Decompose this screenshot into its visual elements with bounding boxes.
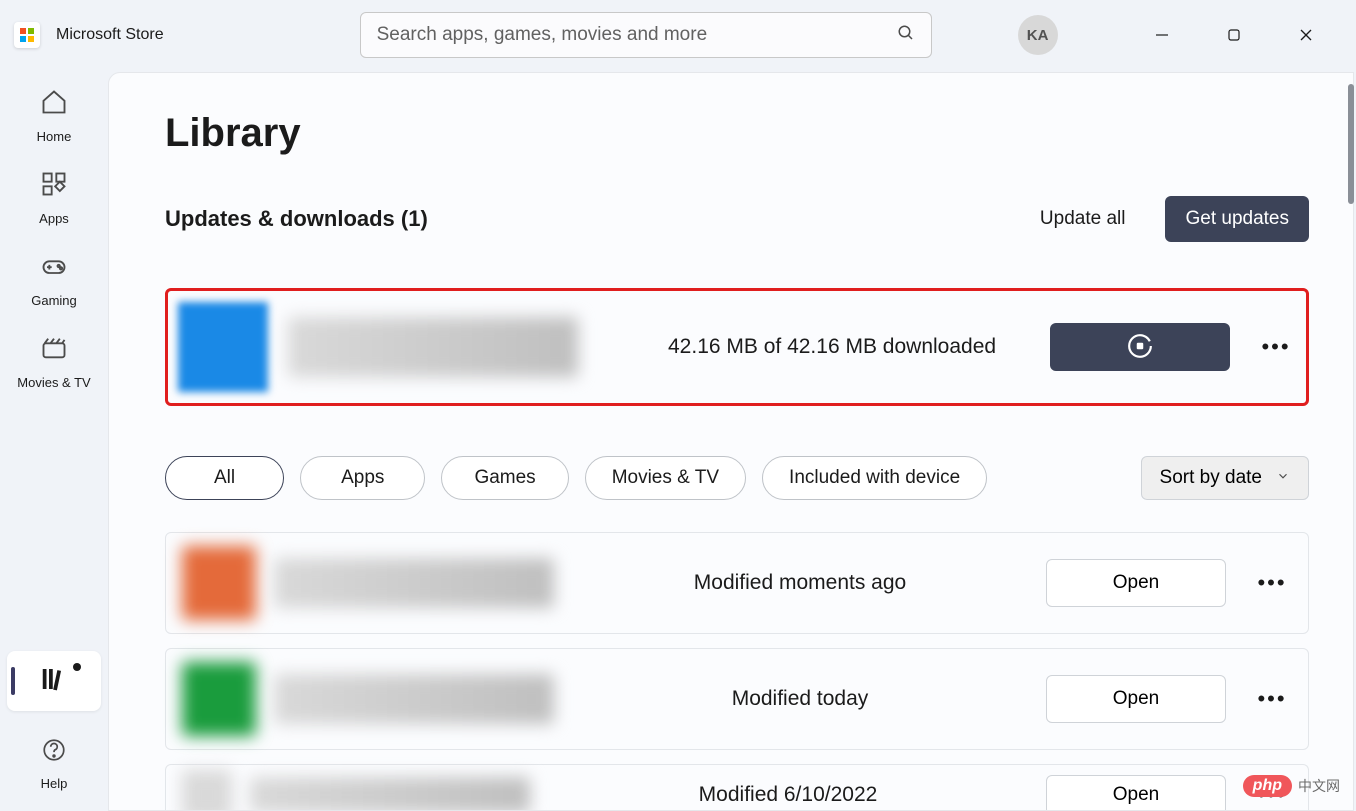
list-item: Modified 6/10/2022 Open ••• xyxy=(165,764,1309,811)
ellipsis-icon: ••• xyxy=(1261,334,1290,360)
ellipsis-icon: ••• xyxy=(1257,570,1286,596)
titlebar: Microsoft Store KA xyxy=(0,0,1356,70)
maximize-button[interactable] xyxy=(1212,17,1256,53)
page-title: Library xyxy=(165,111,1309,156)
sidebar: Home Apps Gaming Movies & TV Help xyxy=(0,70,108,811)
app-name-redacted xyxy=(274,674,554,724)
app-name-redacted xyxy=(250,777,530,811)
gaming-icon xyxy=(40,252,68,285)
sidebar-item-movies-tv[interactable]: Movies & TV xyxy=(17,334,90,390)
app-title: Microsoft Store xyxy=(56,26,164,44)
app-name-redacted xyxy=(274,558,554,608)
notification-badge-icon xyxy=(73,663,81,671)
help-icon xyxy=(41,737,67,768)
modified-text: Modified moments ago xyxy=(554,571,1046,595)
stop-download-button[interactable] xyxy=(1050,323,1230,371)
app-name-redacted xyxy=(288,317,578,377)
apps-icon xyxy=(40,170,68,203)
sidebar-item-label: Apps xyxy=(39,211,69,226)
chevron-down-icon xyxy=(1276,467,1290,489)
scrollbar[interactable] xyxy=(1348,84,1354,204)
home-icon xyxy=(40,88,68,121)
watermark: php 中文网 xyxy=(1243,775,1340,797)
open-button[interactable]: Open xyxy=(1046,675,1226,723)
filter-included[interactable]: Included with device xyxy=(762,456,987,500)
list-item: Modified moments ago Open ••• xyxy=(165,532,1309,634)
stop-icon xyxy=(1127,333,1153,362)
modified-text: Modified today xyxy=(554,687,1046,711)
watermark-text: 中文网 xyxy=(1298,776,1340,796)
section-header: Updates & downloads (1) Update all Get u… xyxy=(165,196,1309,242)
ellipsis-icon: ••• xyxy=(1257,686,1286,712)
sidebar-item-library[interactable] xyxy=(7,651,101,711)
sidebar-item-gaming[interactable]: Gaming xyxy=(31,252,77,308)
sidebar-item-help[interactable]: Help xyxy=(41,737,68,791)
minimize-button[interactable] xyxy=(1140,17,1184,53)
download-status: 42.16 MB of 42.16 MB downloaded xyxy=(668,333,1050,361)
app-thumbnail xyxy=(182,662,256,736)
app-thumbnail xyxy=(182,546,256,620)
main-content: Library Updates & downloads (1) Update a… xyxy=(108,72,1354,811)
close-button[interactable] xyxy=(1284,17,1328,53)
sidebar-item-home[interactable]: Home xyxy=(37,88,72,144)
library-icon xyxy=(39,664,69,699)
open-button[interactable]: Open xyxy=(1046,775,1226,811)
apps-list: Modified moments ago Open ••• Modified t… xyxy=(165,532,1309,811)
app-thumbnail xyxy=(178,302,268,392)
more-options-button[interactable]: ••• xyxy=(1252,563,1292,603)
filter-row: All Apps Games Movies & TV Included with… xyxy=(165,456,1309,500)
search-icon[interactable] xyxy=(897,24,915,47)
search-input[interactable] xyxy=(377,24,897,46)
more-options-button[interactable]: ••• xyxy=(1256,327,1296,367)
sidebar-item-apps[interactable]: Apps xyxy=(39,170,69,226)
filter-apps[interactable]: Apps xyxy=(300,456,425,500)
sidebar-item-label: Movies & TV xyxy=(17,375,90,390)
open-button[interactable]: Open xyxy=(1046,559,1226,607)
more-options-button[interactable]: ••• xyxy=(1252,679,1292,719)
sidebar-item-label: Home xyxy=(37,129,72,144)
update-all-button[interactable]: Update all xyxy=(1024,198,1142,240)
get-updates-button[interactable]: Get updates xyxy=(1165,196,1309,242)
movies-icon xyxy=(40,334,68,367)
sidebar-item-label: Help xyxy=(41,776,68,791)
search-box[interactable] xyxy=(360,12,932,58)
sidebar-item-label: Gaming xyxy=(31,293,77,308)
user-avatar[interactable]: KA xyxy=(1018,15,1058,55)
list-item: Modified today Open ••• xyxy=(165,648,1309,750)
filter-games[interactable]: Games xyxy=(441,456,568,500)
section-title: Updates & downloads (1) xyxy=(165,206,428,232)
filter-movies-tv[interactable]: Movies & TV xyxy=(585,456,746,500)
sort-dropdown[interactable]: Sort by date xyxy=(1141,456,1309,500)
download-card: 42.16 MB of 42.16 MB downloaded ••• xyxy=(165,288,1309,406)
sort-label: Sort by date xyxy=(1160,467,1262,489)
modified-text: Modified 6/10/2022 xyxy=(530,783,1046,807)
app-thumbnail xyxy=(182,770,232,811)
filter-all[interactable]: All xyxy=(165,456,284,500)
window-controls xyxy=(1140,17,1342,53)
store-logo-icon xyxy=(14,22,40,48)
watermark-badge: php xyxy=(1243,775,1292,797)
